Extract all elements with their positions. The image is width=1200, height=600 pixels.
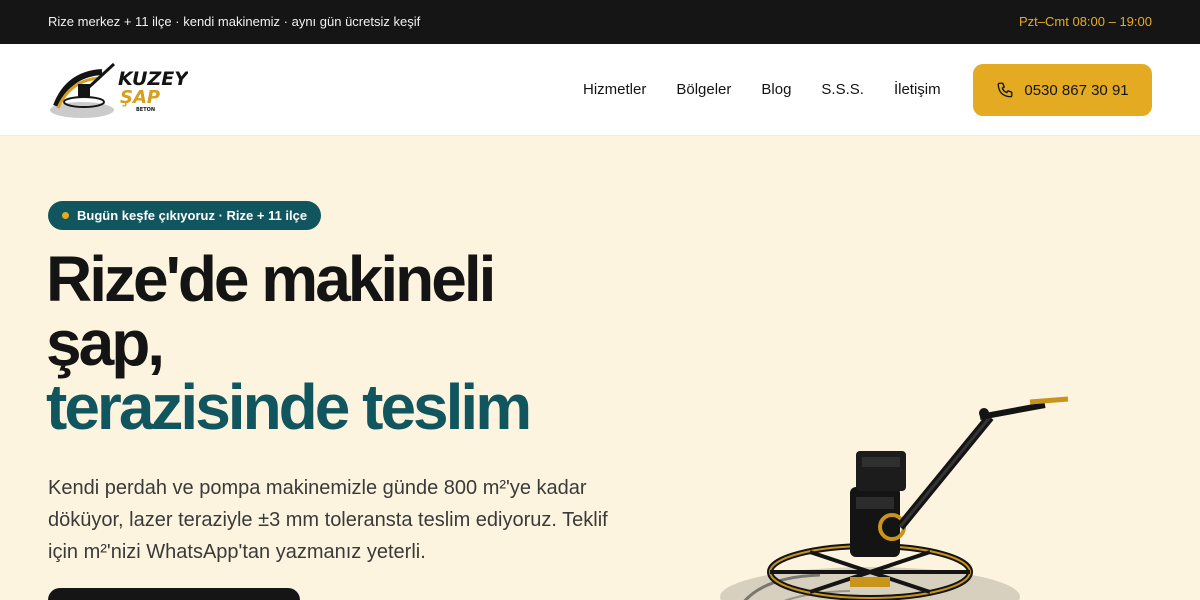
status-badge: Bugün keşfe çıkıyoruz · Rize + 11 ilçe	[48, 201, 322, 230]
brand-logo[interactable]: KUZEY ŞAP BETON	[48, 58, 188, 122]
svg-text:BETON: BETON	[136, 107, 155, 113]
logo-trowel-icon: KUZEY ŞAP BETON	[50, 62, 188, 118]
phone-icon	[997, 82, 1013, 98]
headline-line-3: terazisinde teslim	[46, 371, 532, 443]
svg-text:ŞAP: ŞAP	[120, 87, 160, 108]
nav-link-blog[interactable]: Blog	[761, 81, 791, 98]
hero-section: Bugün keşfe çıkıyoruz · Rize + 11 ilçe R…	[0, 137, 1200, 600]
phone-number-label: 0530 867 30 91	[1024, 81, 1129, 99]
nav-link-iletisim[interactable]: İletişim	[894, 81, 941, 98]
main-navigation: KUZEY ŞAP BETON Hizmetler Bölgeler Blog …	[0, 44, 1200, 136]
nav-link-sss[interactable]: S.S.S.	[821, 81, 864, 98]
call-phone-button[interactable]: 0530 867 30 91	[973, 64, 1152, 116]
nav-link-bolgeler[interactable]: Bölgeler	[676, 81, 731, 98]
nav-link-hizmetler[interactable]: Hizmetler	[583, 81, 646, 98]
status-dot-icon	[62, 212, 69, 219]
power-trowel-icon	[720, 396, 1069, 600]
topbar-hours-text: Pzt–Cmt 08:00 – 19:00	[1019, 14, 1152, 29]
top-info-bar: Rize merkez + 11 ilçe · kendi makinemiz …	[0, 0, 1200, 44]
topbar-info-text: Rize merkez + 11 ilçe · kendi makinemiz …	[48, 14, 421, 29]
headline-line-2: şap,	[46, 307, 165, 379]
hero-headline: Rize'de makineli şap, terazisinde teslim	[46, 247, 666, 439]
headline-line-1: Rize'de makineli	[46, 243, 496, 315]
hero-cta-button[interactable]	[48, 588, 300, 600]
power-trowel-illustration	[700, 377, 1080, 600]
primary-menu: Hizmetler Bölgeler Blog S.S.S. İletişim	[583, 81, 941, 98]
badge-text: Bugün keşfe çıkıyoruz · Rize + 11 ilçe	[77, 208, 308, 223]
hero-description: Kendi perdah ve pompa makinemizle günde …	[48, 477, 608, 563]
